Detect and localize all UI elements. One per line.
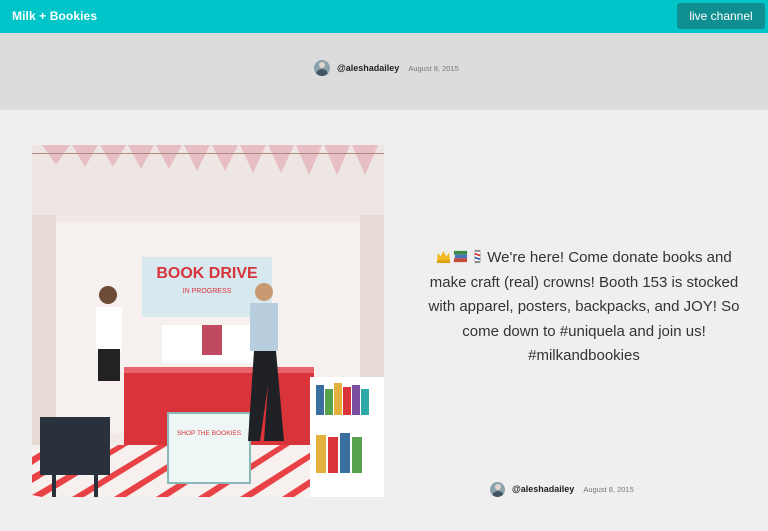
avatar[interactable] (490, 481, 505, 497)
barber-pole-icon (474, 249, 481, 264)
brand-logo[interactable]: Milk + Bookies (12, 9, 97, 23)
caption-text: We're here! Come donate books and make c… (428, 249, 740, 364)
user-handle[interactable]: @aleshadailey (512, 484, 574, 494)
banner-subtext: IN PROGRESS (183, 288, 232, 295)
live-channel-button[interactable]: live channel (677, 3, 765, 29)
post-date: August 8, 2015 (408, 63, 459, 73)
avatar[interactable] (314, 60, 330, 76)
profile-header: @aleshadailey August 8, 2015 (0, 33, 768, 110)
bin-text: SHOP THE BOOKIES (177, 430, 242, 437)
banner-text: BOOK DRIVE (156, 265, 258, 282)
user-handle[interactable]: @aleshadailey (337, 63, 399, 73)
top-navigation-bar: Milk + Bookies live channel (0, 0, 768, 33)
post-date: August 8, 2015 (583, 484, 634, 494)
post-photo[interactable]: BOOK DRIVE IN PROGRESS SHOP THE BOOKIES (32, 145, 384, 497)
books-icon (454, 250, 468, 263)
header-user[interactable]: @aleshadailey August 8, 2015 (314, 59, 459, 77)
post-author[interactable]: @aleshadailey August 8, 2015 (490, 481, 634, 497)
post-caption: We're here! Come donate books and make c… (424, 246, 744, 369)
crown-icon (437, 250, 451, 264)
